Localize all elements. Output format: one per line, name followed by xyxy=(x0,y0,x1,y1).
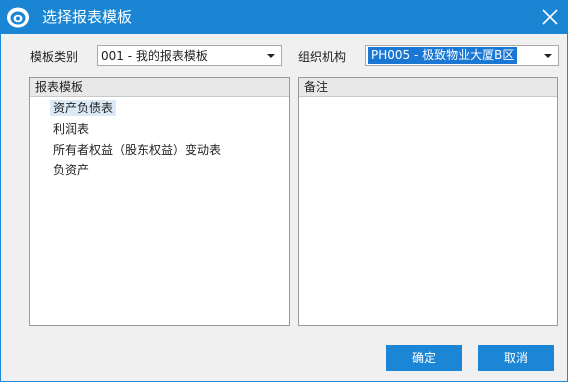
category-label: 模板类别 xyxy=(30,50,79,64)
cancel-button[interactable]: 取消 xyxy=(478,345,554,371)
tree-item[interactable]: 利润表 xyxy=(50,121,92,137)
org-select[interactable]: PH005 - 极致物业大厦B区 xyxy=(365,45,559,66)
remark-text-area[interactable] xyxy=(299,98,557,325)
app-logo-icon xyxy=(6,5,30,29)
dialog-window: 选择报表模板 模板类别 001 - 我的报表模板 组织机构 PH005 - 极致… xyxy=(0,0,568,382)
template-panel: 报表模板 资产负债表 利润表 所有者权益（股东权益）变动表 负资产 xyxy=(29,77,290,326)
tree-item[interactable]: 负资产 xyxy=(50,162,92,178)
tree-item[interactable]: 资产负债表 xyxy=(50,100,117,116)
category-select[interactable]: 001 - 我的报表模板 xyxy=(97,45,282,66)
ok-button[interactable]: 确定 xyxy=(386,345,462,371)
chevron-down-icon[interactable] xyxy=(541,46,555,65)
org-value: PH005 - 极致物业大厦B区 xyxy=(368,47,518,64)
template-panel-title: 报表模板 xyxy=(35,80,84,94)
tree-item[interactable]: 所有者权益（股东权益）变动表 xyxy=(50,142,224,158)
category-value: 001 - 我的报表模板 xyxy=(101,49,208,63)
title-bar[interactable]: 选择报表模板 xyxy=(0,0,568,34)
remark-panel-title: 备注 xyxy=(304,80,329,94)
template-panel-header: 报表模板 xyxy=(30,78,289,97)
chevron-down-icon[interactable] xyxy=(264,46,278,65)
remark-panel-header: 备注 xyxy=(299,78,557,97)
close-icon[interactable] xyxy=(536,4,564,30)
remark-panel: 备注 xyxy=(298,77,558,326)
dialog-title: 选择报表模板 xyxy=(42,8,133,26)
dialog-body: 模板类别 001 - 我的报表模板 组织机构 PH005 - 极致物业大厦B区 … xyxy=(1,34,567,381)
org-label: 组织机构 xyxy=(298,50,347,64)
